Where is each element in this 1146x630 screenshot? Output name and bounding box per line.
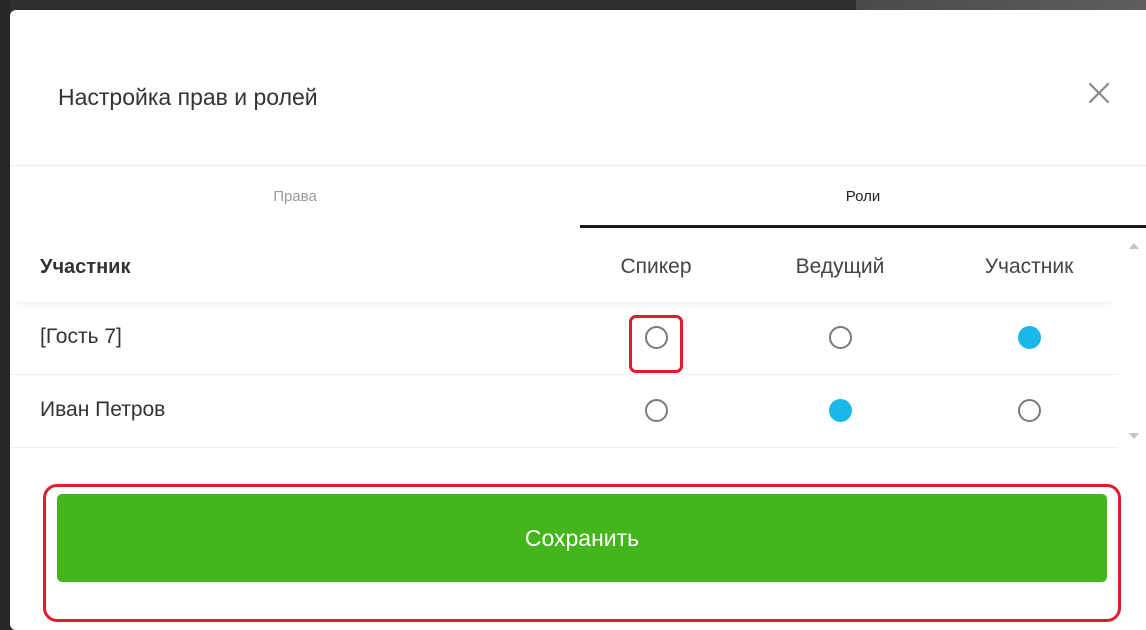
radio-speaker[interactable]: [645, 326, 668, 349]
scrollbar[interactable]: [1122, 230, 1146, 448]
participant-name: [Гость 7]: [40, 325, 122, 348]
chevron-down-icon[interactable]: [1128, 430, 1140, 442]
radio-member[interactable]: [1018, 399, 1041, 422]
save-button[interactable]: Сохранить: [57, 494, 1107, 582]
radio-host[interactable]: [829, 326, 852, 349]
column-header-member: Участник: [984, 255, 1074, 278]
dialog-title: Настройка прав и ролей: [58, 84, 318, 110]
roles-table: Участник Спикер Ведущий Участник [Гость …: [10, 230, 1146, 448]
column-header-speaker: Спикер: [620, 255, 692, 278]
table-row: Иван Петров: [10, 375, 1118, 448]
tab-rights[interactable]: Права: [10, 166, 580, 228]
radio-member[interactable]: [1018, 326, 1041, 349]
table-header: Участник Спикер Ведущий Участник: [10, 230, 1118, 302]
close-icon: [1088, 82, 1110, 104]
table-row: [Гость 7]: [10, 302, 1118, 375]
participant-name: Иван Петров: [40, 398, 166, 421]
radio-host[interactable]: [829, 399, 852, 422]
radio-speaker[interactable]: [645, 399, 668, 422]
background-edge: [0, 0, 10, 630]
chevron-up-icon[interactable]: [1128, 240, 1140, 252]
tab-bar: Права Роли: [10, 165, 1146, 229]
column-header-host: Ведущий: [795, 255, 885, 278]
column-header-participant: Участник: [40, 256, 131, 278]
tab-roles[interactable]: Роли: [580, 166, 1146, 228]
close-button[interactable]: [1084, 78, 1114, 108]
roles-dialog: Настройка прав и ролей Права Роли Участн…: [10, 10, 1146, 630]
